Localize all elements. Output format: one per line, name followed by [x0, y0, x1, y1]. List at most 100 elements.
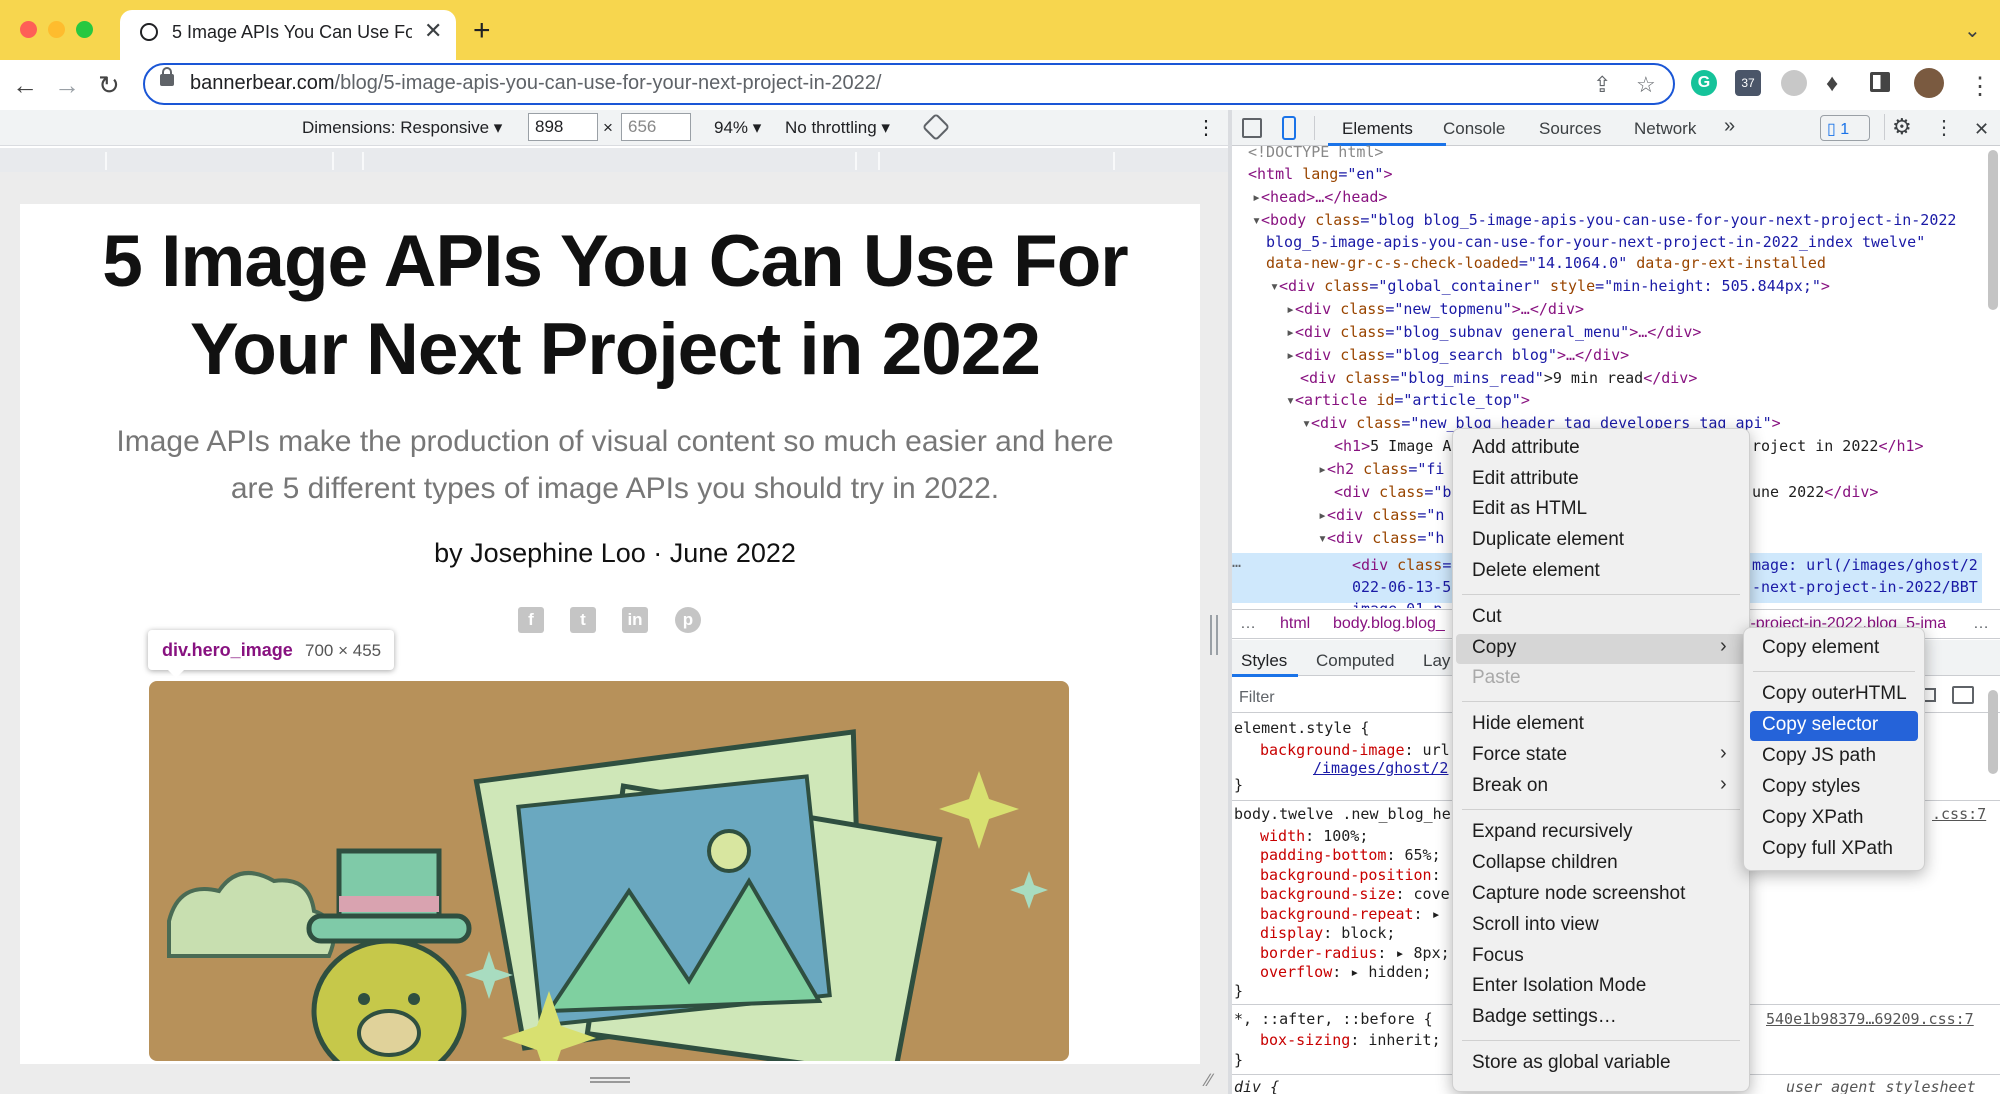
dom-node-ellipsis[interactable]: … [1232, 553, 1241, 571]
dom-node-hero-wrapper[interactable]: ▾<div class="h [1318, 529, 1444, 547]
menu-item-copy[interactable]: Copy [1472, 637, 1516, 659]
dom-tree-scrollbar[interactable] [1988, 150, 1998, 310]
menu-item-edit-as-html[interactable]: Edit as HTML [1472, 498, 1587, 520]
extensions-puzzle-icon[interactable]: ♦ [1826, 70, 1838, 98]
power-extension-icon[interactable] [1781, 70, 1807, 96]
dom-node-body[interactable]: ▾<body class="blog blog_5-image-apis-you… [1252, 211, 1956, 229]
collapse-triangle-icon[interactable]: ▾ [1270, 277, 1279, 295]
menu-item-expand-recursively[interactable]: Expand recursively [1472, 821, 1633, 843]
dom-attr-value[interactable]: image_01.p [1352, 600, 1442, 608]
more-tabs-icon[interactable]: » [1724, 115, 1735, 138]
resize-corner-icon[interactable]: ∕∕ [1206, 1070, 1212, 1091]
tab-elements[interactable]: Elements [1342, 119, 1413, 139]
dom-node-head[interactable]: ▸<head>…</head> [1252, 188, 1387, 206]
style-source-link[interactable]: 540e1b98379…69209.css:7 [1766, 1010, 1974, 1028]
dom-node-h1-end[interactable]: roject in 2022</h1> [1752, 437, 1924, 455]
expand-triangle-icon[interactable]: ▸ [1286, 346, 1295, 364]
dom-attr-value[interactable]: -next-project-in-2022/BBT [1752, 578, 1978, 596]
style-rule-selector[interactable]: element.style { [1234, 719, 1369, 737]
tab-close-icon[interactable]: ✕ [424, 18, 442, 44]
device-toolbar-more-icon[interactable]: ⋮ [1196, 115, 1216, 140]
dom-doctype[interactable]: <!DOCTYPE html> [1248, 143, 1383, 161]
bookmark-star-icon[interactable]: ☆ [1636, 72, 1656, 98]
new-tab-button[interactable]: + [473, 14, 491, 48]
dom-attr-line[interactable]: data-new-gr-c-s-check-loaded="14.1064.0"… [1266, 254, 1826, 272]
ruler-segment[interactable] [105, 152, 107, 170]
side-panel-icon[interactable] [1870, 72, 1890, 92]
dom-node-article[interactable]: ▾<article id="article_top"> [1286, 391, 1530, 409]
throttling-dropdown[interactable]: No throttling ▾ [785, 118, 890, 138]
devtools-close-icon[interactable]: ✕ [1974, 119, 1989, 140]
dom-node-global-container[interactable]: ▾<div class="global_container" style="mi… [1270, 277, 1830, 295]
style-declaration[interactable]: box-sizing: inherit; [1260, 1031, 1441, 1049]
tab-network[interactable]: Network [1634, 119, 1696, 139]
dom-attr-value[interactable]: blog_5-image-apis-you-can-use-for-your-n… [1266, 233, 1925, 251]
menu-item-scroll-into-view[interactable]: Scroll into view [1472, 914, 1599, 936]
expand-triangle-icon[interactable]: ▸ [1318, 460, 1327, 478]
ruler-segment[interactable] [362, 152, 364, 170]
css-url-link[interactable]: /images/ghost/2 [1313, 759, 1448, 777]
chrome-menu-icon[interactable]: ⋮ [1968, 72, 1992, 101]
breadcrumb-item-body[interactable]: body.blog.blog_ [1333, 615, 1445, 633]
menu-item-copy-styles[interactable]: Copy styles [1762, 776, 1860, 798]
menu-item-capture-node-screenshot[interactable]: Capture node screenshot [1472, 883, 1685, 905]
dom-node-share[interactable]: ▸<div class="n [1318, 506, 1444, 524]
ruler-segment[interactable] [855, 152, 857, 170]
viewport-side-resize-handle[interactable] [1210, 615, 1218, 655]
style-declaration[interactable]: background-repeat: ▸ r [1260, 905, 1459, 923]
dom-node-byline[interactable]: <div class="b [1334, 483, 1451, 501]
menu-item-paste[interactable]: Paste [1472, 667, 1521, 689]
tab-search-icon[interactable]: ⌄ [1964, 18, 1981, 43]
style-rule-selector[interactable]: *, ::after, ::before { [1234, 1010, 1433, 1028]
new-style-rule-icon[interactable] [1924, 688, 1936, 702]
expand-triangle-icon[interactable]: ▸ [1286, 300, 1295, 318]
menu-item-hide-element[interactable]: Hide element [1472, 713, 1584, 735]
dom-node-byline-end[interactable]: une 2022</div> [1752, 483, 1878, 501]
menu-item-edit-attribute[interactable]: Edit attribute [1472, 468, 1579, 490]
menu-item-copy-outerhtml[interactable]: Copy outerHTML [1762, 683, 1907, 705]
ruler-segment[interactable] [1113, 152, 1115, 170]
tab-layout[interactable]: Lay [1423, 651, 1450, 671]
dom-node-mins-read[interactable]: <div class="blog_mins_read">9 min read</… [1300, 369, 1697, 387]
ruler-segment[interactable] [878, 152, 880, 170]
style-rule-selector[interactable]: div { [1234, 1078, 1279, 1094]
tab-sources[interactable]: Sources [1539, 119, 1601, 139]
styles-scrollbar[interactable] [1988, 690, 1998, 774]
zoom-dropdown[interactable]: 94% ▾ [714, 118, 761, 138]
device-toggle-icon[interactable] [1282, 116, 1296, 140]
ruler-segment[interactable] [332, 152, 334, 170]
style-declaration[interactable]: background-image: url [1260, 741, 1450, 759]
viewport-height-input[interactable]: 656 [621, 113, 691, 141]
menu-item-delete-element[interactable]: Delete element [1472, 560, 1600, 582]
menu-item-collapse-children[interactable]: Collapse children [1472, 852, 1618, 874]
toggle-sidebar-icon[interactable] [1952, 686, 1974, 704]
expand-triangle-icon[interactable]: ▸ [1318, 506, 1327, 524]
linkedin-icon[interactable]: in [622, 607, 648, 633]
style-declaration[interactable]: background-position: [1260, 866, 1441, 884]
menu-item-copy-element[interactable]: Copy element [1762, 637, 1879, 659]
dom-node-hero-image[interactable]: <div class= [1352, 556, 1451, 574]
back-icon[interactable]: ← [12, 70, 38, 101]
menu-item-copy-xpath[interactable]: Copy XPath [1762, 807, 1863, 829]
pinterest-icon[interactable]: p [675, 607, 701, 633]
expand-triangle-icon[interactable]: ▸ [1286, 323, 1295, 341]
dom-node-h2[interactable]: ▸<h2 class="fi [1318, 460, 1444, 478]
issues-badge[interactable]: ▯ 1 [1820, 115, 1870, 141]
minimize-window-button[interactable] [48, 21, 65, 38]
lock-icon[interactable] [160, 74, 174, 86]
twitter-icon[interactable]: t [570, 607, 596, 633]
tab-console[interactable]: Console [1443, 119, 1505, 139]
dom-node-h1[interactable]: <h1>5 Image A [1334, 437, 1451, 455]
dom-attr-value[interactable]: 022-06-13-5 [1352, 578, 1451, 596]
url-text[interactable]: bannerbear.com/blog/5-image-apis-you-can… [190, 72, 881, 95]
viewport-resize-handle[interactable] [590, 1077, 630, 1083]
maximize-window-button[interactable] [76, 21, 93, 38]
facebook-icon[interactable]: f [518, 607, 544, 633]
breadcrumb-item-html[interactable]: html [1280, 615, 1310, 633]
style-rule-selector[interactable]: body.twelve .new_blog_he [1234, 805, 1451, 823]
inspect-element-icon[interactable] [1242, 118, 1262, 138]
grammarly-icon[interactable]: G [1691, 70, 1717, 96]
dom-node-html[interactable]: <html lang="en"> [1248, 165, 1393, 183]
menu-item-copy-js-path[interactable]: Copy JS path [1762, 745, 1876, 767]
dimensions-dropdown[interactable]: Dimensions: Responsive ▾ [302, 118, 502, 138]
